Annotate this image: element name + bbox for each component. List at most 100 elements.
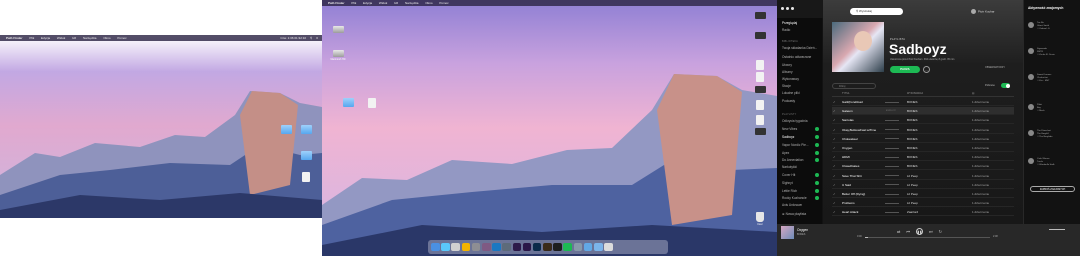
desktop-file-icon[interactable] xyxy=(750,32,770,40)
sidebar-item-artists[interactable]: Wykonawcy xyxy=(782,77,799,81)
menu-item-window[interactable]: Okno xyxy=(425,0,432,6)
chrome-icon[interactable] xyxy=(461,242,471,252)
previous-icon[interactable]: ⏮ xyxy=(906,229,910,234)
sidebar-item-local-files[interactable]: Lokalne pliki xyxy=(782,91,800,95)
hard-drive-icon[interactable]: Macintosh HD xyxy=(328,50,348,61)
table-row[interactable]: ✓ Save That Shit Lil Peep 1 dzień temu xyxy=(832,172,1014,180)
saved-check-icon[interactable]: ✓ xyxy=(833,135,836,143)
table-row[interactable]: ✓ Oxygen BONES 1 dzień temu xyxy=(832,144,1014,152)
app-icon[interactable] xyxy=(502,242,511,252)
saved-check-icon[interactable]: ✓ xyxy=(833,162,836,170)
menu-app-name[interactable]: Path Finder xyxy=(328,0,345,6)
photoshop-icon[interactable] xyxy=(532,242,542,252)
track-artist[interactable]: Lil Peep xyxy=(907,190,918,198)
track-artist[interactable]: BONES xyxy=(907,153,918,161)
sidebar-playlist[interactable]: Narkotykki xyxy=(782,165,797,169)
desktop-drive-icon[interactable] xyxy=(328,26,348,34)
track-artist[interactable]: BONES xyxy=(907,98,918,106)
desktop-file-icon[interactable] xyxy=(362,98,382,109)
saved-check-icon[interactable]: ✓ xyxy=(833,98,836,106)
table-row[interactable]: ✓ Better Off (Dying) Lil Peep 1 dzień temu xyxy=(832,190,1014,198)
table-row[interactable]: ✓ Chokeskeel BONES 1 dzień temu xyxy=(832,135,1014,143)
safari-icon[interactable] xyxy=(441,242,450,252)
track-artist[interactable]: BONES xyxy=(907,107,918,115)
close-button[interactable] xyxy=(781,7,784,10)
sidebar-playlist[interactable]: Axis Unknown xyxy=(782,203,802,207)
track-artist[interactable]: BONES xyxy=(907,116,918,124)
menu-item-tools[interactable]: Narzędzia xyxy=(83,35,97,41)
next-icon[interactable]: ⏭ xyxy=(929,229,933,234)
invite-friends-button[interactable]: ZAPROŚ ZNAJOMYCH xyxy=(1030,186,1075,192)
menu-item-help[interactable]: Pomoc xyxy=(439,0,448,6)
new-playlist-button[interactable]: ⊕ Nowa playlista xyxy=(782,212,806,216)
filter-input[interactable]: Filtruj xyxy=(832,83,876,89)
downloads-icon[interactable] xyxy=(594,242,603,252)
menu-item-file[interactable]: Plik xyxy=(29,35,34,41)
desktop-file-icon[interactable] xyxy=(750,128,770,136)
saved-check-icon[interactable]: ✓ xyxy=(833,107,836,115)
track-artist[interactable]: BONES xyxy=(907,162,918,170)
spotify-icon[interactable] xyxy=(563,242,573,252)
menu-item-help[interactable]: Pomoc xyxy=(117,35,126,41)
table-row[interactable]: ✓ HDMI BONES 1 dzień temu xyxy=(832,153,1014,162)
menu-item-file[interactable]: Plik xyxy=(351,0,356,6)
menu-item-view[interactable]: Widok xyxy=(57,35,65,41)
progress-bar[interactable] xyxy=(865,237,990,238)
table-row[interactable]: ✓ ClosedGates BONES 1 dzień temu xyxy=(832,162,1014,171)
play-button[interactable]: PAUZA xyxy=(890,66,920,73)
finder-icon[interactable] xyxy=(431,242,440,252)
desktop-file-icon[interactable] xyxy=(750,72,770,83)
friend-item[interactable]: The Flowchart The Borghill ♫ The Borghid… xyxy=(1028,130,1078,150)
sidebar-item-browse[interactable]: Przeglądaj xyxy=(782,21,797,25)
desktop-file-icon[interactable] xyxy=(750,60,770,71)
sidebar-playlist[interactable]: Lettie Rich xyxy=(782,189,797,193)
photos-icon[interactable] xyxy=(451,242,460,252)
app-icon[interactable] xyxy=(481,242,491,252)
track-artist[interactable]: Lil Peep xyxy=(907,181,918,189)
premiere-icon[interactable] xyxy=(512,242,522,252)
illustrator-icon[interactable] xyxy=(543,242,552,252)
sidebar-playlist[interactable]: Apex xyxy=(782,151,789,155)
sidebar-item-songs[interactable]: Utwory xyxy=(782,63,792,67)
shuffle-icon[interactable]: ⇄ xyxy=(897,229,900,234)
after-effects-icon[interactable] xyxy=(522,242,532,252)
track-artist[interactable]: BONES xyxy=(907,144,918,152)
spotlight-icon[interactable]: ⚲ xyxy=(310,35,312,41)
folder-icon[interactable] xyxy=(583,242,593,252)
desktop-file-icon[interactable] xyxy=(750,115,770,126)
sidebar-item-daily-mix[interactable]: Twoja składanka Dzień... xyxy=(782,46,817,50)
desktop-file-icon[interactable] xyxy=(750,100,770,111)
table-row[interactable]: ✓ Gatti(ForeRoad BONES 1 dzień temu xyxy=(832,98,1014,106)
table-row[interactable]: ✓ Problems Lil Peep 1 dzień temu xyxy=(832,199,1014,208)
search-input[interactable]: ⚲ Wyszukaj xyxy=(850,8,903,15)
friend-item[interactable]: Sigmundo NSTR ♫ Zache Kl. Dusie xyxy=(1028,48,1078,68)
sidebar-item-stations[interactable]: Stacje xyxy=(782,84,791,88)
menu-app-name[interactable]: Path Finder xyxy=(6,35,23,41)
track-artist[interactable]: Lil Peep xyxy=(907,199,918,207)
saved-check-icon[interactable]: ✓ xyxy=(833,181,836,189)
table-row[interactable]: ✓ U Said Lil Peep 1 dzień temu xyxy=(832,181,1014,189)
menu-item-edit[interactable]: Edycja xyxy=(41,35,50,41)
menu-item-edit[interactable]: Edycja xyxy=(363,0,372,6)
menu-item-tools[interactable]: Narzędzia xyxy=(405,0,419,6)
track-artist[interactable]: BONES xyxy=(907,135,918,143)
pause-button[interactable]: ❚❚ xyxy=(915,228,923,235)
desktop-folder-icon[interactable] xyxy=(338,98,358,108)
desktop-file-icon[interactable] xyxy=(750,12,770,20)
calendar-icon[interactable]: ▤ xyxy=(972,92,974,95)
sidebar-playlist[interactable]: Rocky Kuzhancie xyxy=(782,196,807,200)
desktop-file-icon[interactable] xyxy=(750,86,770,94)
desktop-folder-icon[interactable] xyxy=(276,125,296,135)
sidebar-item-radio[interactable]: Radio xyxy=(782,28,790,32)
now-playing-cover[interactable] xyxy=(781,226,794,239)
trash-icon[interactable] xyxy=(604,242,613,252)
sidebar-item-recent[interactable]: Ostatnio odtwarzane xyxy=(782,55,811,59)
saved-check-icon[interactable]: ✓ xyxy=(833,116,836,124)
friend-item[interactable]: Tox Ru Ghost Smith ♫ Oxbow LG xyxy=(1028,22,1078,42)
col-title[interactable]: TYTUŁ xyxy=(842,92,850,95)
desktop-folder-icon[interactable] xyxy=(296,151,316,161)
more-options-button[interactable]: … xyxy=(923,66,930,73)
menu-item-go[interactable]: Idź xyxy=(394,0,398,6)
saved-check-icon[interactable]: ✓ xyxy=(833,208,836,216)
saved-check-icon[interactable]: ✓ xyxy=(833,144,836,152)
